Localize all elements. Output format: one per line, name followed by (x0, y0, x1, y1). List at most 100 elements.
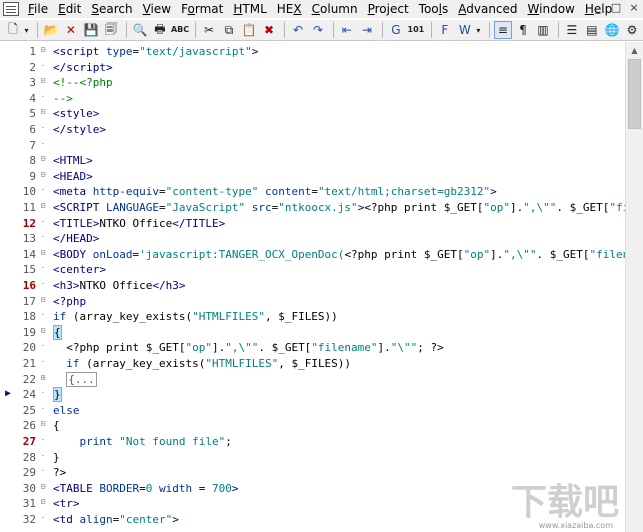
new-document-icon[interactable]: 🗋 (4, 21, 22, 39)
code-line[interactable]: 8 ⊟ <HTML> (0, 154, 625, 170)
code-editor[interactable]: 1 ⊟ <script type="text/javascript"> 2 · </scr… (0, 42, 625, 532)
dropdown-arrow-icon[interactable]: ▾ (22, 21, 31, 39)
code-line[interactable]: 7 · (0, 139, 625, 155)
word-wrap-icon[interactable]: W (456, 21, 474, 39)
code-line[interactable]: 3 ⊟ <!--<?php (0, 76, 625, 92)
code-text[interactable]: <SCRIPT LANGUAGE="JavaScript" src="ntkoo… (53, 201, 625, 214)
scroll-thumb[interactable] (628, 59, 641, 129)
cut-icon[interactable]: ✂ (200, 21, 218, 39)
code-line[interactable]: ▶ 24 ·} (0, 387, 625, 404)
spell-check-icon[interactable]: ABC (171, 21, 189, 39)
vertical-scrollbar[interactable]: ▲ (625, 42, 643, 532)
menu-view[interactable]: View (138, 0, 176, 18)
code-text[interactable]: <?php print $_GET["op"].",\"". $_GET["fi… (53, 341, 444, 354)
copy-icon[interactable]: ⧉ (220, 21, 238, 39)
menu-column[interactable]: Column (307, 0, 363, 18)
code-line[interactable]: 13 · </HEAD> (0, 232, 625, 248)
code-line[interactable]: 14 ⊟ <BODY onLoad='javascript:TANGER_OCX_O… (0, 248, 625, 264)
code-line[interactable]: 1 ⊟ <script type="text/javascript"> (0, 45, 625, 61)
code-line[interactable]: 15 · <center> (0, 263, 625, 279)
code-line[interactable]: 9 ⊟ <HEAD> (0, 170, 625, 186)
menu-html[interactable]: HTML (228, 0, 271, 18)
code-line[interactable]: 22 ⊞ {... (0, 371, 625, 389)
fold-collapse-icon[interactable]: ⊟ (39, 326, 47, 335)
fold-collapse-icon[interactable]: ⊟ (39, 419, 47, 428)
code-text[interactable]: <script type="text/javascript"> (53, 45, 258, 58)
fold-collapse-icon[interactable]: ⊟ (39, 201, 47, 210)
code-text[interactable]: </HEAD> (53, 232, 99, 245)
menu-file[interactable]: File (23, 0, 53, 18)
code-line[interactable]: 4 · --> (0, 92, 625, 108)
code-text[interactable]: print "Not found file"; (53, 435, 232, 448)
fold-collapse-icon[interactable]: ⊟ (39, 154, 47, 163)
code-text[interactable]: <meta http-equiv="content-type" content=… (53, 185, 497, 198)
code-line[interactable]: 12 · <TITLE>NTKO Office</TITLE> (0, 217, 625, 233)
settings-icon[interactable]: ⚙ (623, 21, 641, 39)
column-mode-icon[interactable]: ▥ (534, 21, 552, 39)
word-wrap-dropdown-icon[interactable]: ▾ (474, 21, 483, 39)
hex-mode-icon[interactable]: 101 (407, 21, 425, 39)
menu-search[interactable]: Search (86, 0, 137, 18)
indent-icon[interactable]: ⇤ (338, 21, 356, 39)
code-line[interactable]: 27 · print "Not found file"; (0, 435, 625, 451)
fold-collapse-icon[interactable]: ⊟ (39, 482, 47, 491)
app-document-icon[interactable] (3, 2, 19, 16)
save-icon[interactable]: 💾 (82, 21, 100, 39)
code-text[interactable]: <td align="center"> (53, 513, 179, 526)
code-line[interactable]: 5 ⊟ <style> (0, 107, 625, 123)
code-line[interactable]: 26 ⊟ { (0, 419, 625, 435)
code-line[interactable]: 19 ⊟ { (0, 324, 625, 342)
code-line[interactable]: 21 · if (array_key_exists("HTMLFILES", $_… (0, 357, 625, 373)
line-numbers-icon[interactable]: ≡ (493, 21, 512, 39)
code-text[interactable]: {... (53, 371, 97, 387)
paste-icon[interactable]: 📋 (240, 21, 258, 39)
code-text[interactable]: } (53, 451, 60, 464)
menu-edit[interactable]: Edit (53, 0, 86, 18)
scroll-up-icon[interactable]: ▲ (626, 42, 643, 58)
code-text[interactable]: { (53, 419, 60, 432)
code-text[interactable]: if (array_key_exists("HTMLFILES", $_FILE… (53, 357, 351, 370)
code-text[interactable]: </script> (53, 61, 113, 74)
code-line[interactable]: 17 ⊟ <?php (0, 295, 625, 311)
open-folder-icon[interactable]: 📂 (42, 21, 60, 39)
fold-collapse-icon[interactable]: ⊟ (39, 76, 47, 85)
fold-expand-icon[interactable]: ⊞ (39, 373, 47, 382)
save-all-icon[interactable]: 🗐 (102, 21, 120, 39)
menu-tools[interactable]: Tools (414, 0, 454, 18)
fold-collapse-icon[interactable]: ⊟ (39, 107, 47, 116)
fold-collapse-icon[interactable]: ⊟ (39, 45, 47, 54)
code-text[interactable]: ?> (53, 466, 66, 479)
code-text[interactable]: <style> (53, 107, 99, 120)
code-text[interactable]: <tr> (53, 497, 80, 510)
minimize-icon[interactable]: _ (591, 1, 605, 15)
code-text[interactable]: <?php (53, 295, 86, 308)
code-text[interactable]: <TABLE BORDER=0 width = 700> (53, 482, 239, 495)
code-text[interactable]: <BODY onLoad='javascript:TANGER_OCX_Open… (53, 248, 625, 261)
code-text[interactable]: { (53, 324, 62, 340)
goto-icon[interactable]: G (387, 21, 405, 39)
code-text[interactable]: --> (53, 92, 73, 105)
fold-collapse-icon[interactable]: ⊟ (39, 497, 47, 506)
code-line[interactable]: 6 · </style> (0, 123, 625, 139)
fold-collapse-icon[interactable]: ⊟ (39, 248, 47, 257)
menu-window[interactable]: Window (523, 0, 580, 18)
close-icon[interactable]: ✕ (62, 21, 80, 39)
print-icon[interactable]: 🖶 (151, 21, 169, 39)
delete-icon[interactable]: ✖ (260, 21, 278, 39)
code-text[interactable]: else (53, 404, 80, 417)
list-icon[interactable]: ☰ (563, 21, 581, 39)
outdent-icon[interactable]: ⇥ (358, 21, 376, 39)
code-line[interactable]: 25 · else (0, 404, 625, 420)
undo-icon[interactable]: ↶ (289, 21, 307, 39)
code-line[interactable]: 10 · <meta http-equiv="content-type" conte… (0, 185, 625, 201)
menu-format[interactable]: Format (176, 0, 228, 18)
code-text[interactable]: <HTML> (53, 154, 93, 167)
fold-collapse-icon[interactable]: ⊟ (39, 170, 47, 179)
code-line[interactable]: 18 · if (array_key_exists("HTMLFILES", $_F… (0, 310, 625, 326)
code-line[interactable]: 16 · <h3>NTKO Office</h3> (0, 279, 625, 295)
menu-advanced[interactable]: Advanced (453, 0, 522, 18)
code-text[interactable]: } (53, 387, 62, 403)
code-text[interactable]: <center> (53, 263, 106, 276)
code-line[interactable]: 11 ⊟ <SCRIPT LANGUAGE="JavaScript" src="nt… (0, 201, 625, 217)
function-list-icon[interactable]: ▤ (583, 21, 601, 39)
